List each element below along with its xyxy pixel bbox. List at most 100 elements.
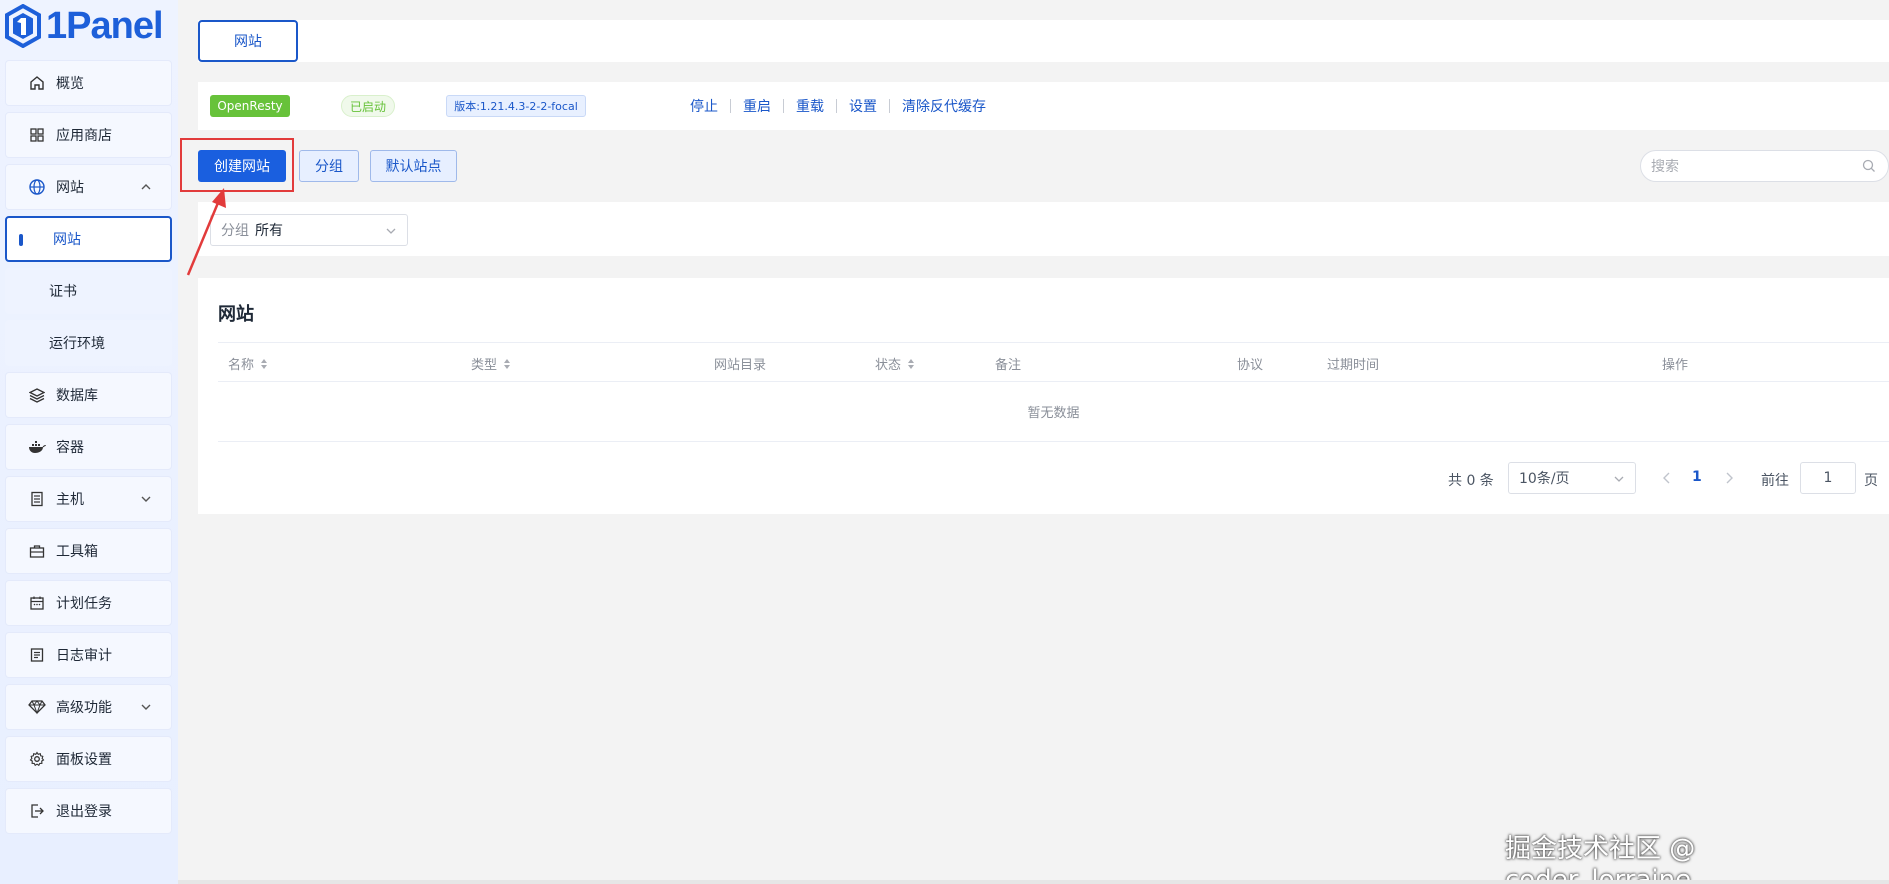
sidebar-subitem-runtime[interactable]: 运行环境 bbox=[5, 320, 172, 366]
chevron-right-icon[interactable] bbox=[1722, 468, 1736, 488]
diamond-icon bbox=[28, 698, 46, 716]
server-icon bbox=[28, 490, 46, 508]
column-label: 网站目录 bbox=[714, 358, 767, 373]
table-header: 名称 类型 网站目录 状态 备注 协议 过期时间 操作 bbox=[218, 342, 1889, 382]
sidebar-item-database[interactable]: 数据库 bbox=[5, 372, 172, 418]
sidebar-item-label: 计划任务 bbox=[56, 596, 112, 612]
sidebar-item-label: 数据库 bbox=[56, 388, 98, 404]
divider bbox=[730, 99, 731, 113]
filter-bar: 分组 所有 bbox=[198, 202, 1889, 256]
goto-page-input[interactable]: 1 bbox=[1800, 462, 1856, 494]
sidebar-item-logout[interactable]: 退出登录 bbox=[5, 788, 172, 834]
logo[interactable]: 1Panel bbox=[4, 2, 164, 50]
sidebar-item-toolbox[interactable]: 工具箱 bbox=[5, 528, 172, 574]
settings-link[interactable]: 设置 bbox=[849, 96, 877, 116]
column-label: 类型 bbox=[471, 358, 498, 373]
logo-text: 1Panel bbox=[46, 4, 164, 47]
sidebar-item-app-store[interactable]: 应用商店 bbox=[5, 112, 172, 158]
layers-icon bbox=[28, 386, 46, 404]
pagination: 共 0 条 10条/页 1 前往 1 页 bbox=[198, 462, 1889, 494]
divider bbox=[836, 99, 837, 113]
toolbox-icon bbox=[28, 542, 46, 560]
sidebar-item-label: 主机 bbox=[56, 492, 84, 508]
sidebar-subitem-website[interactable]: 网站 bbox=[5, 216, 172, 262]
pagination-total: 共 0 条 bbox=[1448, 473, 1494, 489]
chevron-up-icon bbox=[141, 184, 151, 190]
app-name-badge: OpenResty bbox=[210, 95, 290, 117]
sidebar-item-website[interactable]: 网站 bbox=[5, 164, 172, 210]
sidebar-item-label: 高级功能 bbox=[56, 700, 112, 716]
column-header-status[interactable]: 状态 bbox=[875, 354, 915, 373]
divider bbox=[783, 99, 784, 113]
sidebar-item-label: 应用商店 bbox=[56, 128, 112, 144]
app-actions: 停止 重启 重载 设置 清除反代缓存 bbox=[690, 96, 986, 116]
annotation-arrow-icon bbox=[186, 188, 226, 276]
logout-icon bbox=[28, 802, 46, 820]
sidebar-item-label: 运行环境 bbox=[49, 336, 105, 352]
chevron-down-icon bbox=[386, 228, 396, 234]
search-input[interactable]: 搜索 bbox=[1640, 150, 1889, 182]
column-header-remark: 备注 bbox=[995, 354, 1021, 373]
calendar-icon bbox=[28, 594, 46, 612]
sidebar-item-label: 证书 bbox=[49, 284, 77, 300]
restart-link[interactable]: 重启 bbox=[743, 96, 771, 116]
logo-mark-icon bbox=[5, 4, 41, 48]
home-icon bbox=[28, 74, 46, 92]
reload-link[interactable]: 重载 bbox=[796, 96, 824, 116]
group-select-value: 所有 bbox=[255, 223, 283, 239]
group-button[interactable]: 分组 bbox=[299, 150, 359, 182]
chevron-down-icon bbox=[1614, 476, 1624, 482]
tab-website[interactable]: 网站 bbox=[198, 20, 298, 62]
chevron-down-icon bbox=[141, 496, 151, 502]
column-label: 操作 bbox=[1662, 358, 1689, 373]
sidebar-item-container[interactable]: 容器 bbox=[5, 424, 172, 470]
sidebar-nav: 概览 应用商店 网站 网站 证书 运行环境 数据库 容器 主机 工具箱 计划任务… bbox=[5, 60, 172, 840]
sidebar-item-host[interactable]: 主机 bbox=[5, 476, 172, 522]
column-header-protocol: 协议 bbox=[1237, 354, 1263, 373]
sort-icon bbox=[908, 358, 915, 369]
page-size-value: 10条/页 bbox=[1519, 471, 1570, 487]
globe-icon bbox=[28, 178, 46, 196]
sidebar-item-settings[interactable]: 面板设置 bbox=[5, 736, 172, 782]
goto-label: 前往 bbox=[1761, 473, 1789, 489]
sidebar-item-label: 容器 bbox=[56, 440, 84, 456]
column-label: 协议 bbox=[1237, 358, 1264, 373]
sidebar-item-label: 退出登录 bbox=[56, 804, 112, 820]
sidebar-subitem-certificate[interactable]: 证书 bbox=[5, 268, 172, 314]
sidebar-item-overview[interactable]: 概览 bbox=[5, 60, 172, 106]
grid-icon bbox=[28, 126, 46, 144]
chevron-left-icon[interactable] bbox=[1660, 468, 1674, 488]
log-icon bbox=[28, 646, 46, 664]
version-badge: 版本:1.21.4.3-2-2-focal bbox=[446, 95, 586, 117]
column-label: 过期时间 bbox=[1327, 358, 1380, 373]
tab-bar: 网站 bbox=[198, 20, 1889, 62]
stop-link[interactable]: 停止 bbox=[690, 96, 718, 116]
column-label: 名称 bbox=[228, 358, 255, 373]
page-size-select[interactable]: 10条/页 bbox=[1508, 462, 1636, 494]
column-header-type[interactable]: 类型 bbox=[471, 354, 511, 373]
column-header-name[interactable]: 名称 bbox=[228, 354, 268, 373]
status-badge: 已启动 bbox=[341, 95, 395, 117]
watermark: 掘金技术社区 @ coder_lorraine bbox=[1505, 834, 1696, 884]
docker-icon bbox=[28, 438, 46, 456]
divider bbox=[889, 99, 890, 113]
sidebar-item-label: 日志审计 bbox=[56, 648, 112, 664]
sidebar: 1Panel 概览 应用商店 网站 网站 证书 运行环境 数据库 容器 主机 工… bbox=[0, 0, 178, 884]
sidebar-item-cron[interactable]: 计划任务 bbox=[5, 580, 172, 626]
gear-icon bbox=[28, 750, 46, 768]
column-header-expiry: 过期时间 bbox=[1327, 354, 1379, 373]
sidebar-item-logs[interactable]: 日志审计 bbox=[5, 632, 172, 678]
chevron-down-icon bbox=[141, 704, 151, 710]
toolbar: 创建网站 分组 默认站点 bbox=[198, 150, 1889, 182]
default-site-button[interactable]: 默认站点 bbox=[370, 150, 457, 182]
sidebar-item-label: 面板设置 bbox=[56, 752, 112, 768]
column-header-directory: 网站目录 bbox=[714, 354, 766, 373]
sidebar-item-advanced[interactable]: 高级功能 bbox=[5, 684, 172, 730]
column-label: 备注 bbox=[995, 358, 1022, 373]
clear-proxy-cache-link[interactable]: 清除反代缓存 bbox=[902, 96, 986, 116]
page-number-current[interactable]: 1 bbox=[1692, 469, 1702, 485]
sidebar-item-label: 工具箱 bbox=[56, 544, 98, 560]
sidebar-item-label: 概览 bbox=[56, 76, 84, 92]
column-label: 状态 bbox=[875, 358, 902, 373]
card-title: 网站 bbox=[218, 304, 254, 325]
